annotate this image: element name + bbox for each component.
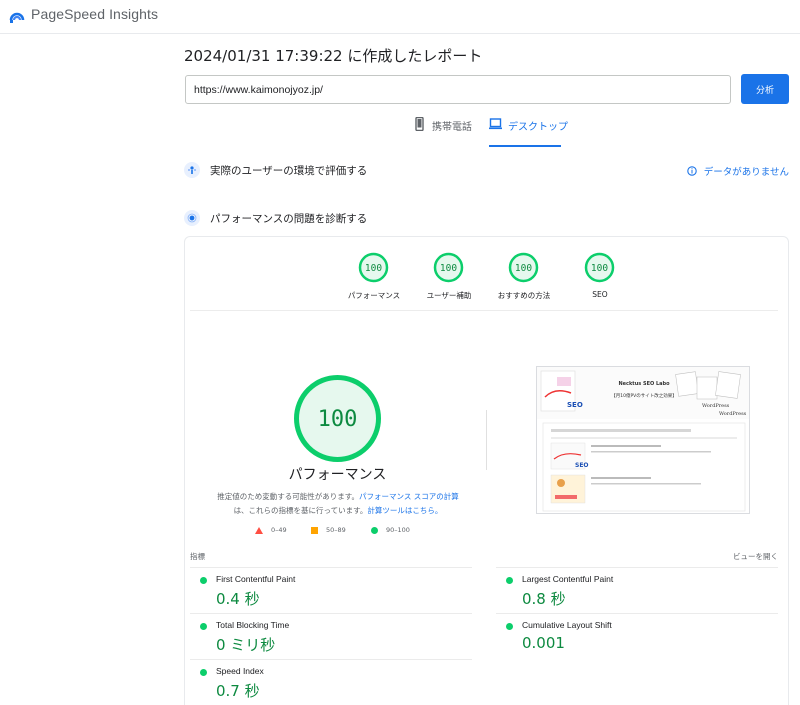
info-icon [687,166,697,176]
users-icon [184,162,200,178]
no-data-label: データがありません [703,167,789,178]
score-value: 100 [440,263,457,274]
field-data-title: 実際のユーザーの環境で評価する [210,164,368,177]
phone-icon [415,117,424,131]
metric-name: Total Blocking Time [216,620,290,630]
laptop-icon [489,118,502,130]
metric-value: 0.4 秒 [216,590,260,608]
metric-name: First Contentful Paint [216,574,296,584]
field-data-section: 実際のユーザーの環境で評価する データがありません [184,162,789,178]
score-gauge-performance[interactable]: 100 [358,252,389,283]
score-calc-link[interactable]: パフォーマンス スコアの計算 [359,492,459,501]
score-gauge-accessibility[interactable]: 100 [433,252,464,283]
legend-pass: 90–100 [371,526,410,534]
pass-circle-icon [371,526,378,534]
calculator-link[interactable]: 計算ツールはこちら。 [367,506,442,515]
metrics-label: 指標 [190,552,205,561]
lab-data-title: パフォーマンスの問題を診断する [210,212,368,225]
metric-cls: Cumulative Layout Shift 0.001 [496,613,778,659]
performance-title: パフォーマンス [288,467,387,483]
screenshot-illustration: SEO Necktus SEO Labo 【月10億PVのサイト改之効果】 Wo… [537,367,749,513]
performance-gauge-large: 100 [294,375,381,462]
score-value: 100 [515,263,532,274]
metric-value: 0.8 秒 [522,590,566,608]
metric-speed-index: Speed Index 0.7 秒 [190,659,472,705]
average-square-icon [311,526,318,534]
report-title: 2024/01/31 17:39:22 に作成したレポート [184,47,483,65]
legend-fail-range: 0–49 [271,526,287,534]
metric-tbt: Total Blocking Time 0 ミリ秒 [190,613,472,659]
score-gauge-best-practices[interactable]: 100 [508,252,539,283]
vertical-separator [486,410,487,470]
metric-name: Speed Index [216,666,264,676]
pass-dot-icon [200,669,207,676]
performance-score: 100 [318,407,358,432]
score-value: 100 [591,263,608,274]
metric-name: Cumulative Layout Shift [522,620,612,630]
screenshot-site-title: Necktus SEO Labo [618,381,670,387]
page-screenshot[interactable]: SEO Necktus SEO Labo 【月10億PVのサイト改之効果】 Wo… [536,366,750,514]
metric-value: 0.001 [522,634,565,652]
url-input[interactable] [185,75,731,104]
score-value: 100 [365,263,382,274]
metric-lcp: Largest Contentful Paint 0.8 秒 [496,567,778,613]
performance-description: 推定値のため変動する可能性があります。パフォーマンス スコアの計算 は、これらの… [198,490,478,518]
tab-mobile-label: 携帯電話 [432,122,472,133]
legend-fail: 0–49 [255,526,287,534]
no-data-link[interactable]: データがありません [687,164,789,178]
perf-desc-text-2: は、これらの指標を基に行っています。 [233,506,368,515]
lab-data-section: パフォーマンスの問題を診断する [184,210,789,226]
pass-dot-icon [506,623,513,630]
screenshot-seo-text: SEO [567,401,583,409]
tab-desktop-label: デスクトップ [508,122,568,133]
lab-flask-icon [184,210,200,226]
divider [190,310,778,311]
legend-pass-range: 90–100 [386,526,410,534]
screenshot-wp-text-2: WordPress [719,411,747,417]
pass-dot-icon [200,577,207,584]
perf-desc-text-1: 推定値のため変動する可能性があります。 [217,492,359,501]
pass-dot-icon [506,577,513,584]
top-bar: PageSpeed Insights [0,0,800,34]
screenshot-site-subtitle: 【月10億PVのサイト改之効果】 [611,392,677,399]
score-label-seo: SEO [592,290,608,299]
app-title[interactable]: PageSpeed Insights [31,6,158,22]
analyze-button[interactable]: 分析 [741,74,789,104]
tab-desktop[interactable]: デスクトップ [489,118,568,148]
speed-gauge-icon[interactable] [9,8,25,24]
fail-triangle-icon [255,526,263,534]
legend-average: 50–89 [311,526,346,534]
screenshot-wp-text: WordPress [702,403,730,409]
score-gauge-seo[interactable]: 100 [584,252,615,283]
metrics-header: 指標 ビューを開く [190,551,778,562]
metric-name: Largest Contentful Paint [522,574,614,584]
metric-value: 0 ミリ秒 [216,636,276,654]
legend-average-range: 50–89 [326,526,346,534]
metric-fcp: First Contentful Paint 0.4 秒 [190,567,472,613]
tab-mobile[interactable]: 携帯電話 [413,117,472,148]
pass-dot-icon [200,623,207,630]
screenshot-seo-text-2: SEO [575,462,589,469]
expand-view-toggle[interactable]: ビューを開く [733,551,778,562]
metric-value: 0.7 秒 [216,682,260,700]
active-tab-indicator [489,145,561,147]
